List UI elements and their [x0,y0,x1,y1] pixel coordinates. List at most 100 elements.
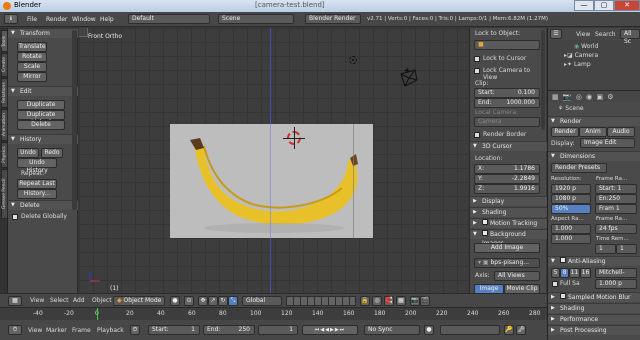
resolution-x-field[interactable]: 1920 p [551,184,591,194]
tab-grease-pencil[interactable]: Grease Pencil [1,169,8,219]
time-remap-new-field[interactable]: 1 [616,244,637,254]
display-select[interactable]: Image Edit [580,138,635,148]
background-images-checkbox[interactable] [482,230,488,236]
timeline-end-field[interactable]: End: 250 [203,325,255,335]
menu-render[interactable]: Render [46,16,67,23]
add-image-button[interactable]: Add Image [474,243,540,253]
aspect-y-field[interactable]: 1.000 [551,234,591,244]
filter-size-field[interactable]: 1.000 p [595,279,637,289]
close-button[interactable]: ✕ [614,0,640,11]
menu-help[interactable]: Help [100,16,114,23]
clip-start-field[interactable]: Start: 0.100 [474,88,540,98]
orientation-select[interactable]: Global [242,296,282,306]
editor-type-icon[interactable]: ℹ [4,14,18,24]
post-processing-header[interactable]: ▶ Post Processing [548,325,640,335]
outliner-editor-icon[interactable]: ☰ [550,29,562,39]
timeline-ruler[interactable]: -40-200204060801001201401601802002202402… [0,307,547,321]
minimize-button[interactable]: — [574,0,594,11]
menu-file[interactable]: File [27,16,37,23]
aspect-x-field[interactable]: 1.000 [551,224,591,234]
motion-blur-checkbox[interactable] [560,293,566,299]
maximize-button[interactable]: ▢ [594,0,614,11]
outliner-item-lamp[interactable]: ▸✦ Lamp [564,61,591,68]
sync-select[interactable]: No Sync [364,325,420,335]
properties-context-icons[interactable]: ▦ 📷 ◎ ◉ ▣ ⚙ [552,93,615,101]
time-remap-old-field[interactable]: 1 [595,244,616,254]
view-menu[interactable]: View [30,297,44,304]
scale-button[interactable]: Scale [17,62,47,72]
render-header[interactable]: ▼ Render [548,116,640,126]
select-menu[interactable]: Select [50,297,69,304]
timeline-marker-menu[interactable]: Marker [46,327,67,334]
motion-tracking-header[interactable]: ▶ Motion Tracking [470,218,547,228]
mirror-button[interactable]: Mirror [17,72,47,82]
render-border-checkbox[interactable] [474,132,480,138]
render-button[interactable]: Render [551,127,579,137]
audio-button[interactable]: Audio [607,127,635,137]
toolshelf-scrollbar[interactable] [72,30,77,210]
display-header[interactable]: ▶ Display [470,196,547,206]
resolution-percent-field[interactable]: 50% [551,204,591,214]
history-button[interactable]: History... [17,189,57,199]
opengl-anim-icon[interactable]: 🎬 [420,296,430,306]
opengl-render-icon[interactable]: 📷 [410,296,420,306]
redo-button[interactable]: Redo [41,148,63,158]
outliner-search-menu[interactable]: Search [595,31,616,38]
add-menu[interactable]: Add [73,297,85,304]
3d-cursor-header[interactable]: ▼ 3D Cursor [470,141,547,151]
frame-end-field[interactable]: En:250 [595,194,637,204]
preview-range-icon[interactable]: ⏲ [130,325,140,335]
snap-icon[interactable]: 🧲 [384,296,394,306]
anti-aliasing-checkbox[interactable] [560,257,566,263]
edit-header[interactable]: ▼ Edit [8,86,78,96]
full-sample-checkbox[interactable] [552,281,558,287]
delete-globally-checkbox[interactable] [12,214,18,220]
delete-button[interactable]: Delete [17,120,65,130]
tab-physics[interactable]: Physics [1,142,8,168]
aa-8-button[interactable]: 8 [560,268,569,278]
render-engine-select[interactable]: Blender Render [305,14,361,24]
undo-history-button[interactable]: Undo History [17,158,57,174]
clip-end-field[interactable]: End: 1000.000 [474,98,540,108]
editor-type-timeline-icon[interactable]: ⏱ [8,325,22,335]
viewport-shading-icon[interactable]: ● [170,296,180,306]
aa-5-button[interactable]: 5 [551,268,560,278]
insert-keyframe-icon[interactable]: 🔑 [504,325,514,335]
shading-header[interactable]: ▶ Shading [470,207,547,217]
cursor-z-field[interactable]: Z: 1.9916 [474,184,540,194]
tab-relations[interactable]: Relations [1,78,8,108]
history-header[interactable]: ▼ History [8,134,78,144]
transform-header[interactable]: ▼ Transform [8,28,78,38]
proportional-edit-icon[interactable]: ◎ [372,296,382,306]
duplicate-linked-button[interactable]: Duplicate Linked [17,110,65,126]
outliner-item-camera[interactable]: ▸◪ Camera [564,52,598,59]
fps-select[interactable]: 24 fps [595,224,637,234]
outliner-view-menu[interactable]: View [576,31,590,38]
timeline-start-field[interactable]: Start: 1 [148,325,200,335]
lock-object-field[interactable]: ■ [474,40,540,50]
properties-shading-header[interactable]: ▶ Shading [548,303,640,313]
menu-window[interactable]: Window [72,16,96,23]
cursor-x-field[interactable]: X: 1.1786 [474,164,540,174]
timeline-playback-menu[interactable]: Playback [97,327,124,334]
playback-controls[interactable]: ⏮◀◀▶▶⏭ [302,325,358,335]
layer-buttons[interactable] [286,296,356,306]
panel-toggle-icon[interactable] [79,28,88,37]
translate-button[interactable]: Translate [17,42,47,52]
undo-button[interactable]: Undo [17,148,39,158]
animation-button[interactable]: Anim [579,127,607,137]
lock-layers-icon[interactable]: 🔒 [360,296,370,306]
aa-11-button[interactable]: 11 [569,268,580,278]
motion-tracking-checkbox[interactable] [482,219,488,225]
background-images-header[interactable]: ▼Background Images [470,229,547,247]
keyframe-record-icon[interactable]: ● [424,325,434,335]
timeline-frame-menu[interactable]: Frame [72,327,91,334]
frame-start-field[interactable]: Start: 1 [595,184,637,194]
motion-blur-header[interactable]: ▶ Sampled Motion Blur [548,292,640,302]
dimensions-header[interactable]: ▼ Dimensions [548,151,640,161]
tab-tools[interactable]: Tools [1,30,8,52]
pivot-point-icon[interactable]: ⊙ [184,296,194,306]
snap-element-icon[interactable]: ▦ [396,296,406,306]
manipulator-icon[interactable]: ✥ [198,296,208,306]
cursor-y-field[interactable]: Y: -2.2849 [474,174,540,184]
